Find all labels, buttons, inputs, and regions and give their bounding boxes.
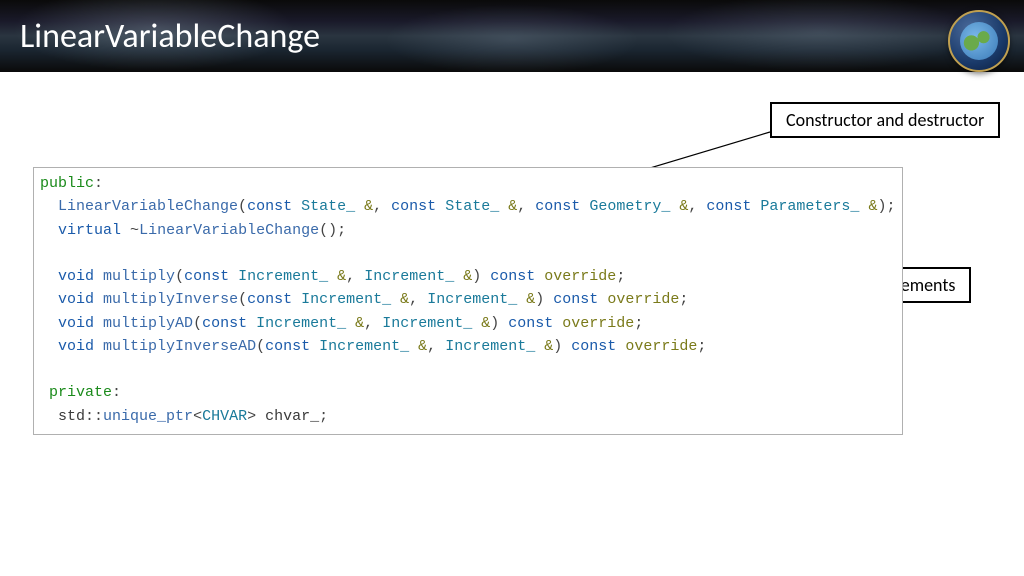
fn-multiply-inverse: multiplyInverse <box>103 291 238 308</box>
type-chvar: CHVAR <box>202 408 247 425</box>
callout-label: Constructor and destructor <box>786 109 984 131</box>
fn-multiply-ad: multiplyAD <box>103 315 193 332</box>
kw-public: public <box>40 175 94 192</box>
member-chvar: chvar_ <box>265 408 319 425</box>
org-logo <box>948 10 1010 72</box>
page-title: LinearVariableChange <box>20 16 320 57</box>
logo-ring <box>948 10 1010 72</box>
slide-content: Constructor and destructor Convert incre… <box>0 72 1024 576</box>
kw-private: private <box>49 384 112 401</box>
fn-multiply: multiply <box>103 268 175 285</box>
ctor-name: LinearVariableChange <box>58 198 238 215</box>
slide-header: LinearVariableChange <box>0 0 1024 72</box>
fn-multiply-inverse-ad: multiplyInverseAD <box>103 338 256 355</box>
callout-constructor: Constructor and destructor <box>770 102 1000 138</box>
dtor-name: LinearVariableChange <box>139 222 319 239</box>
code-block: public: LinearVariableChange(const State… <box>33 167 903 435</box>
logo-globe-icon <box>960 22 998 60</box>
colon: : <box>94 175 103 192</box>
